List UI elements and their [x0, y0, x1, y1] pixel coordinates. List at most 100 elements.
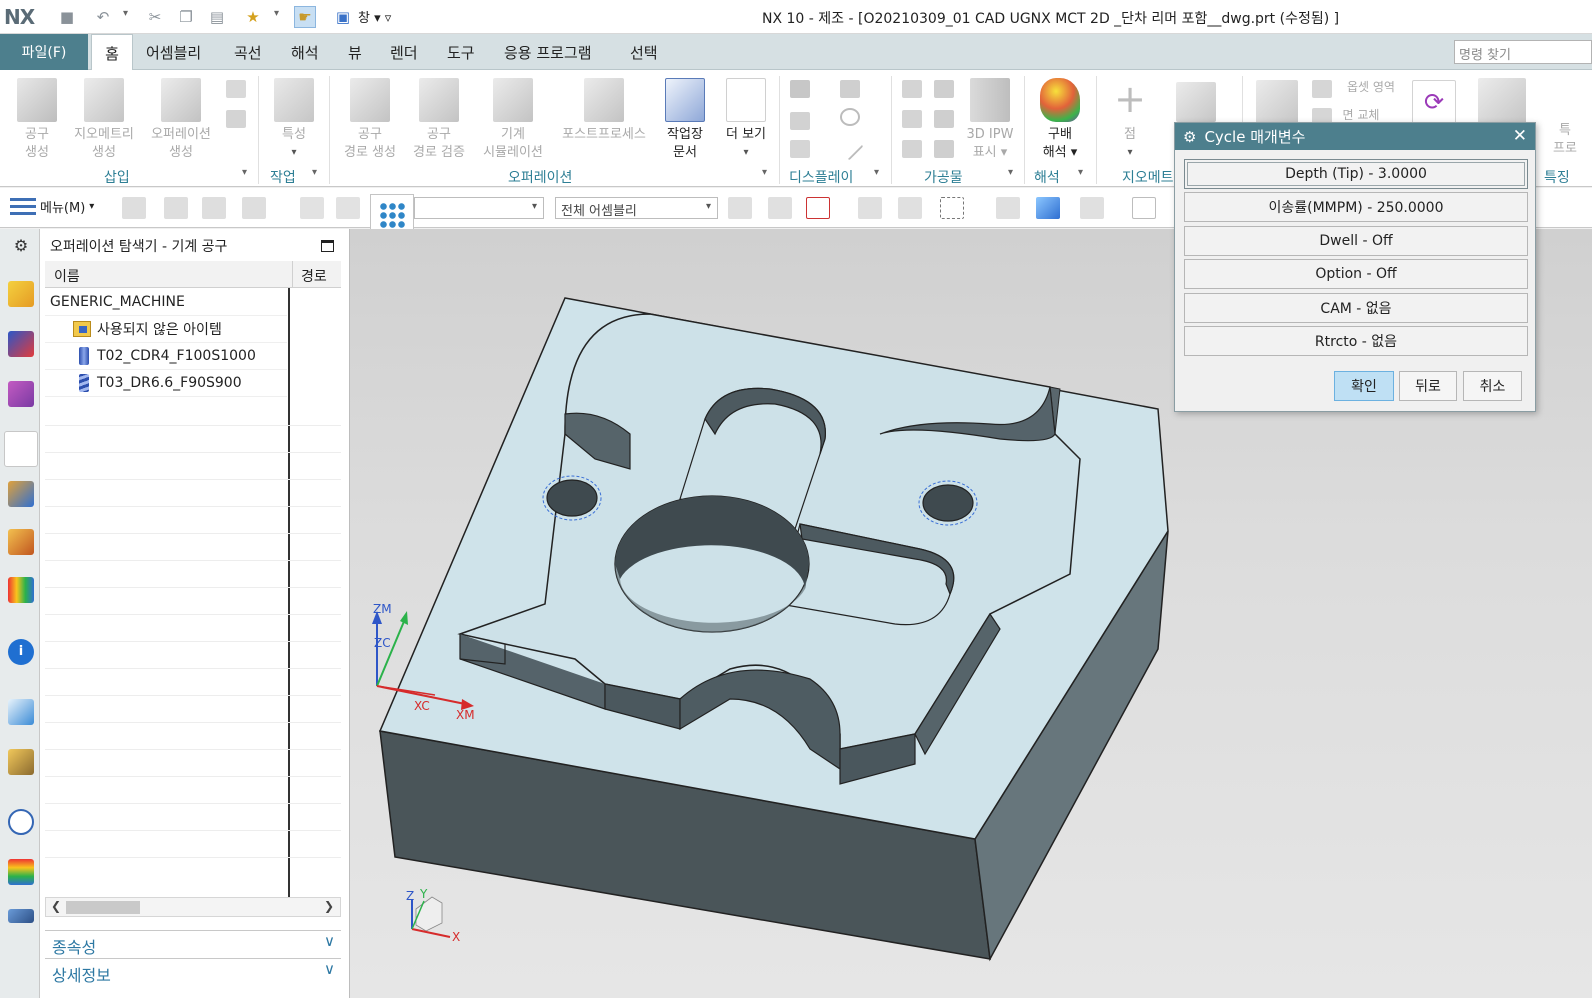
window-icon[interactable]: ▣ — [332, 6, 354, 28]
generate-tool-path-button[interactable]: 공구 경로 생성 — [340, 78, 400, 162]
back-button[interactable]: 뒤로 — [1399, 371, 1457, 401]
operation-group-dropdown-icon[interactable]: ▾ — [762, 167, 767, 178]
info-icon[interactable]: i — [8, 639, 34, 665]
cut-icon[interactable]: ✂ — [144, 6, 166, 28]
window-menu[interactable]: 창 ▾ ▿ — [358, 7, 391, 26]
display-tool-icon-4[interactable] — [840, 108, 860, 126]
reuse-library-icon[interactable] — [8, 529, 34, 555]
create-geometry-button[interactable]: 지오메트리 생성 — [66, 78, 142, 162]
snap-icon[interactable] — [728, 197, 752, 219]
machine-tool-view-icon[interactable] — [164, 197, 188, 219]
shop-documentation-button[interactable]: 작업장 문서 — [658, 78, 712, 162]
feedrate-button[interactable]: 이송률(MMPM) - 250.0000 — [1184, 192, 1528, 222]
tree-row-tool-t03[interactable]: T03_DR6.6_F90S900 — [45, 370, 287, 397]
touch-mode-icon[interactable]: ☛ — [294, 6, 316, 28]
tab-home[interactable]: 홈 — [91, 34, 133, 71]
rtrcto-button[interactable]: Rtrcto - 없음 — [1184, 326, 1528, 356]
constraint-navigator-icon[interactable] — [8, 331, 34, 357]
display-tool-icon-5[interactable] — [790, 140, 810, 158]
refresh-icon[interactable]: ⟳ — [1412, 80, 1456, 124]
dwell-button[interactable]: Dwell - Off — [1184, 226, 1528, 256]
history-clock-icon[interactable] — [8, 809, 34, 835]
properties-button[interactable]: 특성 ▾ — [272, 78, 316, 162]
tab-view[interactable]: 뷰 — [339, 34, 371, 70]
display-group-dropdown-icon[interactable]: ▾ — [874, 167, 879, 178]
workpiece-icon-6[interactable] — [934, 140, 954, 158]
type-filter-dropdown[interactable]: ▾ — [414, 197, 544, 219]
assembly-navigator-icon[interactable] — [8, 281, 34, 307]
workpiece-icon-2[interactable] — [934, 80, 954, 98]
undo-icon[interactable]: ↶ — [92, 6, 114, 28]
arrow-right-icon[interactable] — [1080, 197, 1104, 219]
details-panel-header[interactable]: 상세정보 ∨ — [45, 958, 341, 985]
fit-icon[interactable] — [898, 197, 922, 219]
operation-navigator-icon[interactable] — [4, 431, 38, 467]
assembly-scope-dropdown[interactable]: 전체 어셈블리 ▾ — [555, 197, 718, 219]
group-small-icon-2[interactable] — [226, 110, 246, 128]
tree-row-unused-items[interactable]: 사용되지 않은 아이템 — [45, 316, 287, 343]
tab-application[interactable]: 응용 프로그램 — [495, 34, 601, 70]
roles-icon[interactable] — [8, 909, 34, 923]
horizontal-scrollbar[interactable]: ❮ ❯ — [45, 897, 341, 917]
menu-button[interactable]: 메뉴(M) ▾ — [10, 197, 94, 216]
datum-icon[interactable] — [1176, 82, 1216, 122]
toolbar-icon-a[interactable] — [300, 197, 324, 219]
filter-icon[interactable] — [768, 197, 792, 219]
more-gallery-button[interactable]: 더 보기 ▾ — [718, 78, 774, 162]
machining-method-view-icon[interactable] — [242, 197, 266, 219]
tab-render[interactable]: 렌더 — [381, 34, 427, 70]
point-button[interactable]: + 점 ▾ — [1108, 78, 1152, 162]
group-small-icon-1[interactable] — [226, 80, 246, 98]
selection-filter-icon[interactable] — [806, 197, 830, 219]
file-menu-tab[interactable]: 파일(F) — [0, 34, 88, 70]
column-name[interactable]: 이름 — [54, 266, 80, 286]
save-icon[interactable]: ■ — [56, 6, 78, 28]
zoom-fit-icon[interactable] — [1132, 197, 1156, 219]
geometry-view-icon[interactable] — [202, 197, 226, 219]
display-tool-icon-6[interactable] — [836, 133, 864, 161]
render-style-icon[interactable] — [1036, 197, 1060, 219]
tab-curve[interactable]: 곡선 — [225, 34, 271, 70]
settings-gear-icon[interactable]: ⚙ — [8, 233, 34, 259]
offset-region-icon[interactable] — [1312, 80, 1332, 98]
workpiece-icon-1[interactable] — [902, 80, 922, 98]
command-finder-input[interactable]: 명령 찾기 — [1454, 40, 1592, 64]
display-tool-icon-3[interactable] — [790, 112, 810, 130]
display-tool-icon-2[interactable] — [840, 80, 860, 98]
machine-tool-navigator-icon[interactable] — [8, 481, 34, 507]
dialog-title-bar[interactable]: ⚙ Cycle 매개변수 ✕ — [1175, 123, 1535, 150]
palette-icon[interactable] — [8, 749, 34, 775]
show-3d-ipw-button[interactable]: 3D IPW 표시 ▾ — [962, 78, 1018, 162]
workpiece-icon-4[interactable] — [934, 110, 954, 128]
create-tool-button[interactable]: 공구 생성 — [12, 78, 62, 162]
analysis-group-dropdown-icon[interactable]: ▾ — [1078, 167, 1083, 178]
repeat-dropdown-icon[interactable]: ▾ — [274, 8, 279, 19]
program-order-view-icon[interactable] — [122, 197, 146, 219]
scrollbar-thumb[interactable] — [66, 901, 140, 914]
paste-icon[interactable]: ▤ — [206, 6, 228, 28]
cancel-button[interactable]: 취소 — [1463, 371, 1522, 401]
ok-button[interactable]: 확인 — [1334, 371, 1394, 401]
toolbar-icon-b[interactable] — [336, 197, 360, 219]
insert-group-dropdown-icon[interactable]: ▾ — [242, 167, 247, 178]
machine-simulation-button[interactable]: 기계 시뮬레이션 — [476, 78, 550, 162]
copy-icon[interactable]: ❐ — [175, 6, 197, 28]
tree-row-tool-t02[interactable]: T02_CDR4_F100S1000 — [45, 343, 287, 370]
hd3d-tools-icon[interactable] — [8, 577, 34, 603]
tab-select[interactable]: 선택 — [621, 34, 667, 70]
verify-tool-path-button[interactable]: 공구 경로 검증 — [406, 78, 472, 162]
maximize-icon[interactable] — [321, 240, 334, 252]
create-operation-button[interactable]: 오퍼레이션 생성 — [146, 78, 216, 162]
move-face-icon[interactable] — [1256, 80, 1298, 124]
web-browser-icon[interactable] — [8, 699, 34, 725]
feature-icon[interactable] — [1478, 78, 1526, 126]
close-icon[interactable]: ✕ — [1513, 126, 1527, 146]
job-group-dropdown-icon[interactable]: ▾ — [312, 167, 317, 178]
workpiece-icon-3[interactable] — [902, 110, 922, 128]
feature-button[interactable]: 특 프로 — [1538, 122, 1592, 158]
scroll-right-icon[interactable]: ❯ — [324, 899, 334, 913]
operation-grid-tool-button[interactable] — [370, 194, 414, 234]
offset-region-button[interactable]: 옵셋 영역 — [1336, 78, 1406, 96]
tab-assembly[interactable]: 어셈블리 — [137, 34, 210, 70]
rotate-icon[interactable] — [858, 197, 882, 219]
